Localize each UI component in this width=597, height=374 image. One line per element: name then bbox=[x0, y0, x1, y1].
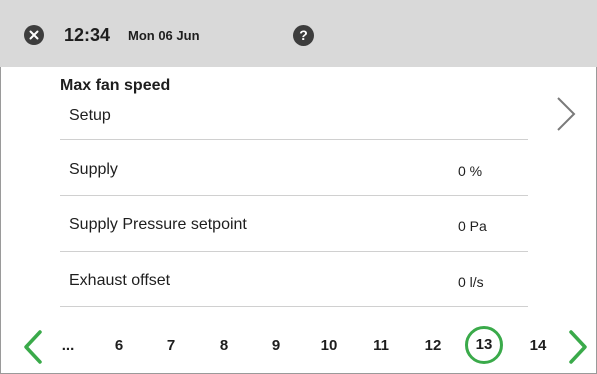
chevron-right-icon[interactable] bbox=[552, 96, 580, 132]
page-7[interactable]: 7 bbox=[156, 336, 186, 356]
row-divider bbox=[60, 306, 528, 307]
page-11[interactable]: 11 bbox=[366, 336, 396, 356]
supply-row[interactable]: Supply 0 % bbox=[60, 140, 528, 197]
exhaust-offset-row[interactable]: Exhaust offset 0 l/s bbox=[60, 252, 528, 309]
close-button[interactable] bbox=[24, 25, 44, 45]
page-14[interactable]: 14 bbox=[523, 336, 553, 356]
exhaust-offset-label: Exhaust offset bbox=[69, 272, 171, 289]
supply-pressure-label: Supply Pressure setpoint bbox=[69, 216, 247, 233]
clock-time: 12:34 bbox=[64, 25, 111, 45]
chevron-left-icon[interactable] bbox=[20, 329, 46, 365]
setup-row[interactable]: Setup bbox=[60, 96, 528, 140]
header-bar: 12:34 Mon 06 Jun ? bbox=[0, 0, 597, 67]
page-6[interactable]: 6 bbox=[104, 336, 134, 356]
page-9[interactable]: 9 bbox=[261, 336, 291, 356]
page-13-active[interactable]: 13 bbox=[465, 326, 503, 364]
clock-date: Mon 06 Jun bbox=[128, 28, 200, 43]
page-10[interactable]: 10 bbox=[314, 336, 344, 356]
help-icon: ? bbox=[299, 27, 308, 43]
setup-label: Setup bbox=[69, 107, 111, 124]
help-button[interactable]: ? bbox=[293, 25, 314, 46]
page-navigator: ... 6 7 8 9 10 11 12 13 14 bbox=[0, 318, 597, 374]
supply-pressure-value: 0 Pa bbox=[458, 218, 487, 234]
supply-pressure-row[interactable]: Supply Pressure setpoint 0 Pa bbox=[60, 196, 528, 253]
page-ellipsis[interactable]: ... bbox=[53, 336, 83, 356]
close-icon bbox=[29, 30, 39, 40]
supply-value: 0 % bbox=[458, 163, 483, 179]
chevron-right-icon[interactable] bbox=[565, 329, 591, 365]
section-title: Max fan speed bbox=[60, 77, 171, 94]
page-8[interactable]: 8 bbox=[209, 336, 239, 356]
exhaust-offset-value: 0 l/s bbox=[458, 274, 484, 290]
supply-label: Supply bbox=[69, 161, 118, 178]
page-12[interactable]: 12 bbox=[418, 336, 448, 356]
